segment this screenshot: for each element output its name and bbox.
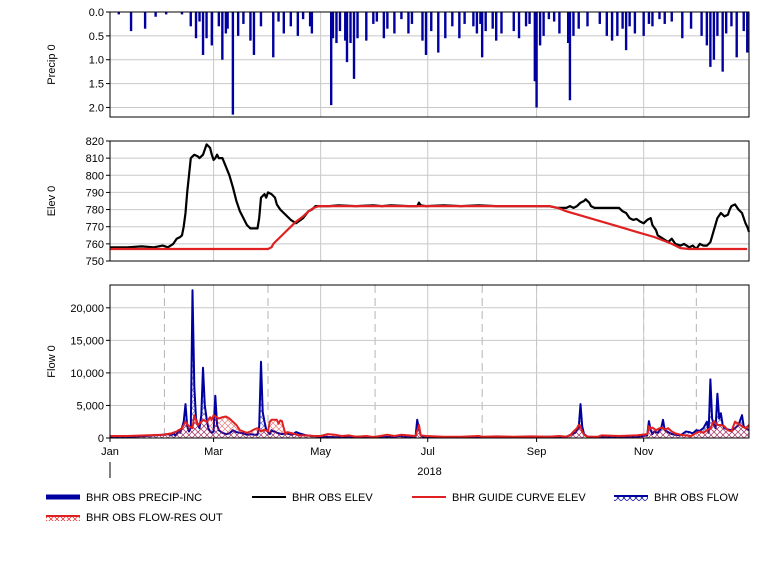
x-tick-label: May xyxy=(310,446,331,458)
chart-figure: 0.0 0.5 1.0 1.5 2.0 Precip 0 750 760 770 780 790 8… xyxy=(0,0,782,580)
y-tick-label: 5,000 xyxy=(76,400,104,412)
legend-item: BHR OBS ELEV xyxy=(252,492,373,504)
elev-series-line xyxy=(110,143,751,251)
y-tick-label: 1.5 xyxy=(89,79,104,91)
y-tick-label: 10,000 xyxy=(70,368,104,380)
flow-line xyxy=(109,289,750,439)
y-tick-label: 0.5 xyxy=(89,31,104,43)
legend-item: BHR GUIDE CURVE ELEV xyxy=(412,492,586,504)
plot-frame xyxy=(109,140,750,262)
y-tick-label: 800 xyxy=(86,170,104,182)
y-tick-label: 760 xyxy=(86,239,104,251)
x-tick-label: Jul xyxy=(421,446,435,458)
x-tick-label: Jan xyxy=(101,446,119,458)
y-tick-label: 790 xyxy=(86,187,104,199)
y-axis-label: Precip 0 xyxy=(46,44,58,84)
legend: BHR OBS PRECIP-INC BHR OBS ELEV BHR GUIDE … xyxy=(46,492,739,524)
x-tick-label: Mar xyxy=(204,446,223,458)
year-label: 2018 xyxy=(417,466,441,478)
elev-panel: 750 760 770 780 790 800 810 820 Elev 0 xyxy=(46,136,751,268)
legend-label: BHR OBS FLOW xyxy=(654,492,739,504)
guide-curve-line xyxy=(110,205,748,251)
y-tick-label: 20,000 xyxy=(70,303,104,315)
y-tick-label: 770 xyxy=(86,222,104,234)
y-tick-label: 820 xyxy=(86,136,104,148)
y-axis-label: Flow 0 xyxy=(46,345,58,377)
y-tick-label: 0.0 xyxy=(89,7,104,19)
y-tick-label: 750 xyxy=(86,256,104,268)
y-tick-label: 780 xyxy=(86,205,104,217)
y-tick-label: 0 xyxy=(98,433,104,445)
legend-label: BHR OBS PRECIP-INC xyxy=(86,492,202,504)
legend-label: BHR GUIDE CURVE ELEV xyxy=(452,492,586,504)
flow-panel: 0 5,000 10,000 15,000 20,000 Flow 0 xyxy=(46,284,750,445)
precip-panel: 0.0 0.5 1.0 1.5 2.0 Precip 0 xyxy=(46,7,750,118)
y-tick-label: 2.0 xyxy=(89,102,104,114)
y-tick-label: 15,000 xyxy=(70,335,104,347)
y-tick-label: 810 xyxy=(86,153,104,165)
legend-item: BHR OBS FLOW xyxy=(614,492,739,504)
y-axis-label: Elev 0 xyxy=(46,186,58,217)
chart-canvas: 0.0 0.5 1.0 1.5 2.0 Precip 0 750 760 770 780 790 8… xyxy=(46,7,751,524)
legend-label: BHR OBS FLOW-RES OUT xyxy=(86,512,223,524)
legend-item: BHR OBS PRECIP-INC xyxy=(46,492,202,504)
x-tick-label: Nov xyxy=(634,446,654,458)
x-axis: Jan Mar May Jul Sep Nov 2018 xyxy=(101,438,654,478)
legend-label: BHR OBS ELEV xyxy=(292,492,373,504)
y-tick-label: 1.0 xyxy=(89,55,104,67)
x-tick-label: Sep xyxy=(527,446,547,458)
legend-item: BHR OBS FLOW-RES OUT xyxy=(46,512,223,524)
